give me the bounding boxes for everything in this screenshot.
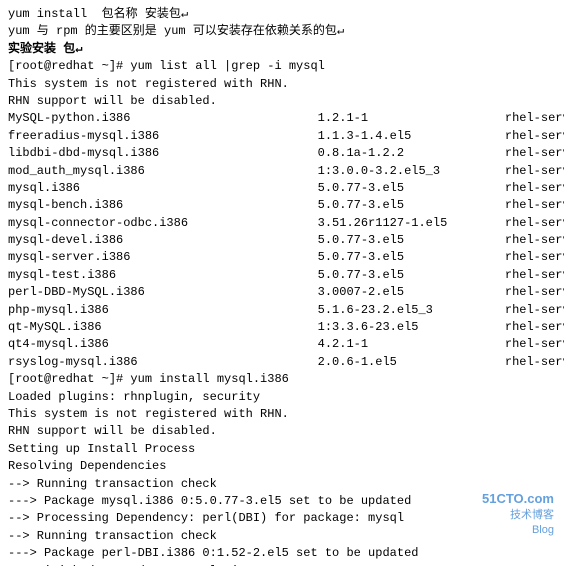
terminal-line-11: mysql.i386 5.0.77-3.el5 rhel-server [8,180,556,197]
terminal-line-19: qt-MySQL.i386 1:3.3.6-23.el5 rhel-server [8,319,556,336]
terminal-content: yum install 包名称 安装包↵yum 与 rpm 的主要区别是 yum… [8,6,556,566]
terminal-window: yum install 包名称 安装包↵yum 与 rpm 的主要区别是 yum… [0,0,564,566]
terminal-line-1: yum install 包名称 安装包↵ [8,6,556,23]
terminal-line-21: rsyslog-mysql.i386 2.0.6-1.el5 rhel-serv… [8,354,556,371]
terminal-line-34: --> Finished Dependency Resolution [8,563,556,566]
terminal-line-16: mysql-test.i386 5.0.77-3.el5 rhel-server [8,267,556,284]
terminal-line-12: mysql-bench.i386 5.0.77-3.el5 rhel-serve… [8,197,556,214]
watermark-line3: Blog [532,524,554,536]
terminal-line-20: qt4-mysql.i386 4.2.1-1 rhel-server [8,336,556,353]
terminal-line-13: mysql-connector-odbc.i386 3.51.26r1127-1… [8,215,556,232]
terminal-line-8: freeradius-mysql.i386 1.1.3-1.4.el5 rhel… [8,128,556,145]
watermark-line1: 51CTO.com [482,491,554,506]
terminal-line-3: 实验安装 包↵ [8,41,556,58]
terminal-line-5: This system is not registered with RHN. [8,76,556,93]
terminal-line-29: --> Running transaction check [8,476,556,493]
terminal-line-33: ---> Package perl-DBI.i386 0:1.52-2.el5 … [8,545,556,562]
terminal-line-6: RHN support will be disabled. [8,93,556,110]
terminal-line-2: yum 与 rpm 的主要区别是 yum 可以安装存在依赖关系的包↵ [8,23,556,40]
terminal-line-10: mod_auth_mysql.i386 1:3.0.0-3.2.el5_3 rh… [8,163,556,180]
terminal-line-30: ---> Package mysql.i386 0:5.0.77-3.el5 s… [8,493,556,510]
terminal-line-9: libdbi-dbd-mysql.i386 0.8.1a-1.2.2 rhel-… [8,145,556,162]
terminal-line-26: RHN support will be disabled. [8,423,556,440]
terminal-line-4: [root@redhat ~]# yum list all |grep -i m… [8,58,556,75]
terminal-line-18: php-mysql.i386 5.1.6-23.2.el5_3 rhel-ser… [8,302,556,319]
terminal-line-23: [root@redhat ~]# yum install mysql.i386 [8,371,556,388]
terminal-line-24: Loaded plugins: rhnplugin, security [8,389,556,406]
terminal-line-7: MySQL-python.i386 1.2.1-1 rhel-server [8,110,556,127]
terminal-line-15: mysql-server.i386 5.0.77-3.el5 rhel-serv… [8,249,556,266]
terminal-line-31: --> Processing Dependency: perl(DBI) for… [8,510,556,527]
terminal-line-17: perl-DBD-MySQL.i386 3.0007-2.el5 rhel-se… [8,284,556,301]
terminal-line-27: Setting up Install Process [8,441,556,458]
terminal-line-28: Resolving Dependencies [8,458,556,475]
terminal-line-32: --> Running transaction check [8,528,556,545]
watermark-line2: 技术博客 [510,506,554,522]
terminal-line-14: mysql-devel.i386 5.0.77-3.el5 rhel-serve… [8,232,556,249]
terminal-line-25: This system is not registered with RHN. [8,406,556,423]
